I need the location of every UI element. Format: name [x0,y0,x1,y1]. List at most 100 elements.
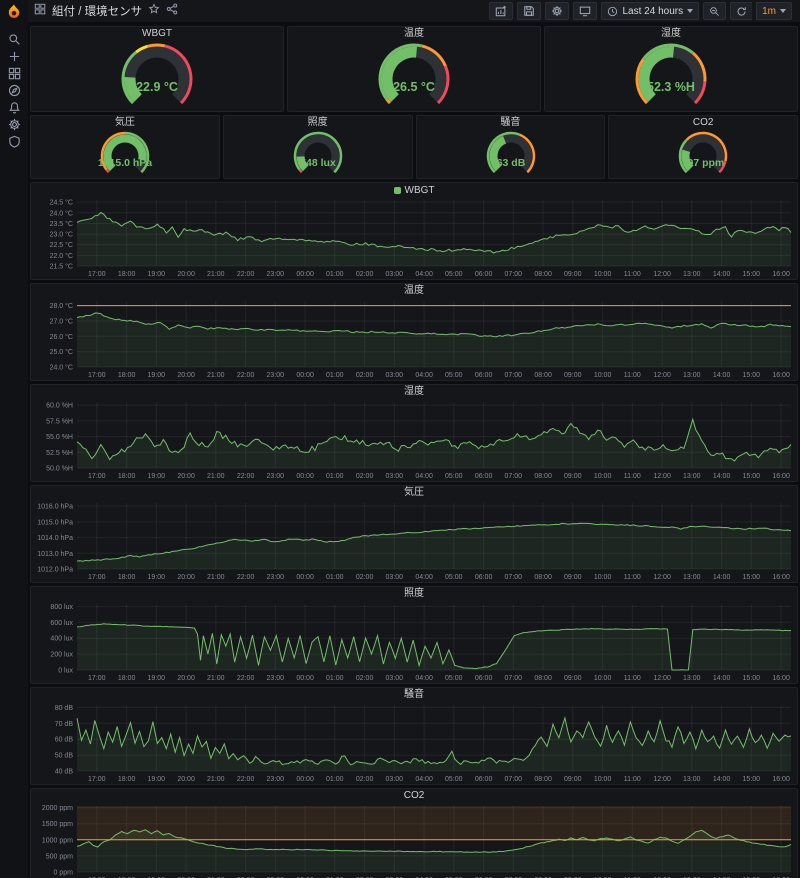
legend-marker-icon [394,187,401,194]
svg-text:20:00: 20:00 [177,473,195,480]
legend-label[interactable]: WBGT [405,185,435,196]
svg-text:07:00: 07:00 [505,776,523,783]
panel-title[interactable]: 気圧 [31,486,797,500]
svg-text:02:00: 02:00 [356,574,374,581]
svg-text:1014.0 hPa: 1014.0 hPa [37,535,73,542]
wbgt-gauge: 22.9 °C [31,41,283,111]
svg-text:07:00: 07:00 [505,574,523,581]
svg-text:17:00: 17:00 [88,675,106,682]
alerting-icon[interactable] [3,100,25,114]
svg-text:17:00: 17:00 [88,372,106,379]
explore-icon[interactable] [3,83,25,97]
svg-text:20:00: 20:00 [177,675,195,682]
svg-text:05:00: 05:00 [445,776,463,783]
zoom-out-time-button[interactable] [703,2,726,20]
svg-text:16:00: 16:00 [772,271,790,278]
svg-text:20:00: 20:00 [177,372,195,379]
svg-text:09:00: 09:00 [564,776,582,783]
svg-text:14:00: 14:00 [713,776,731,783]
svg-text:02:00: 02:00 [356,675,374,682]
svg-text:14:00: 14:00 [713,372,731,379]
svg-text:11:00: 11:00 [624,675,641,682]
breadcrumb[interactable]: 組付 / 環境センサ [52,3,142,19]
create-icon[interactable] [3,49,25,63]
refresh-interval-picker[interactable]: 1m [756,2,792,20]
chart-legend[interactable]: WBGT [31,183,797,197]
svg-text:07:00: 07:00 [505,372,523,379]
panel-title[interactable]: 気圧 [31,116,219,130]
svg-text:19:00: 19:00 [148,776,166,783]
time-range-picker[interactable]: Last 24 hours [601,2,699,20]
svg-text:08:00: 08:00 [534,473,552,480]
svg-text:16:00: 16:00 [772,574,790,581]
svg-text:04:00: 04:00 [415,574,433,581]
panel-title[interactable]: 照度 [224,116,412,130]
co2-chart-plot[interactable]: 2000 ppm1500 ppm1000 ppm500 ppm0 ppm17:0… [31,803,797,878]
svg-text:1015.0 hPa: 1015.0 hPa [98,157,152,169]
svg-text:00:00: 00:00 [296,372,314,379]
svg-text:00:00: 00:00 [296,473,314,480]
svg-text:50.0 %H: 50.0 %H [46,466,73,473]
add-panel-button[interactable] [489,2,513,20]
svg-text:1016.0 hPa: 1016.0 hPa [37,504,73,511]
panel-title[interactable]: 湿度 [31,385,797,399]
panel-title[interactable]: 騒音 [417,116,605,130]
svg-text:11:00: 11:00 [624,574,641,581]
panel-title[interactable]: 照度 [31,587,797,601]
noise-chart-plot[interactable]: 80 dB70 dB60 dB50 dB40 dB17:0018:0019:00… [31,702,797,784]
svg-text:21:00: 21:00 [207,473,225,480]
svg-text:21.5 °C: 21.5 °C [50,263,73,271]
svg-text:06:00: 06:00 [475,574,493,581]
svg-text:02:00: 02:00 [356,271,374,278]
svg-text:2000 ppm: 2000 ppm [42,805,73,812]
svg-text:01:00: 01:00 [326,372,344,379]
svg-text:16:00: 16:00 [772,675,790,682]
search-icon[interactable] [3,32,25,46]
svg-text:07:00: 07:00 [505,271,523,278]
pressure-chart-plot[interactable]: 1016.0 hPa1015.0 hPa1014.0 hPa1013.0 hPa… [31,500,797,582]
configuration-icon[interactable] [3,117,25,131]
server-admin-icon[interactable] [3,134,25,148]
svg-text:19:00: 19:00 [148,372,166,379]
panel-title[interactable]: 湿度 [545,27,797,41]
svg-text:16:00: 16:00 [772,473,790,480]
svg-text:22:00: 22:00 [237,675,255,682]
panel-title[interactable]: 騒音 [31,688,797,702]
grafana-logo-icon[interactable] [0,0,28,24]
svg-text:12:00: 12:00 [653,574,671,581]
dashboard-settings-button[interactable] [545,2,569,20]
time-range-label: Last 24 hours [622,6,683,17]
panel-title[interactable]: 温度 [288,27,540,41]
panel-title[interactable]: CO2 [31,789,797,803]
svg-text:27.0 °C: 27.0 °C [50,318,73,326]
panel-title[interactable]: WBGT [31,27,283,41]
svg-text:22:00: 22:00 [237,574,255,581]
share-icon[interactable] [166,2,178,20]
panel-title[interactable]: CO2 [609,116,797,130]
panel-title[interactable]: 温度 [31,284,797,298]
svg-text:21:00: 21:00 [207,675,225,682]
svg-text:01:00: 01:00 [326,574,344,581]
svg-text:60 dB: 60 dB [55,737,74,744]
svg-text:13:00: 13:00 [683,473,701,480]
star-icon[interactable] [148,2,160,20]
svg-text:16:00: 16:00 [772,372,790,379]
temperature-chart-plot[interactable]: 28.0 °C27.0 °C26.0 °C25.0 °C24.0 °C17:00… [31,298,797,380]
wbgt-chart-plot[interactable]: 24.5 °C24.0 °C23.5 °C23.0 °C22.5 °C22.0 … [31,197,797,279]
svg-text:23:00: 23:00 [267,271,285,278]
svg-text:23.0 °C: 23.0 °C [50,231,73,239]
tv-mode-button[interactable] [573,2,597,20]
svg-text:04:00: 04:00 [415,776,433,783]
humidity-chart-plot[interactable]: 60.0 %H57.5 %H55.0 %H52.5 %H50.0 %H17:00… [31,399,797,481]
svg-text:05:00: 05:00 [445,372,463,379]
svg-text:17:00: 17:00 [88,574,106,581]
svg-text:03:00: 03:00 [386,372,404,379]
dashboards-icon[interactable] [3,66,25,80]
svg-text:23:00: 23:00 [267,574,285,581]
refresh-button[interactable] [730,2,752,20]
breadcrumb-dashboard-icon [34,2,46,20]
illuminance-chart-plot[interactable]: 800 lux600 lux400 lux200 lux0 lux17:0018… [31,601,797,683]
save-dashboard-button[interactable] [517,2,541,20]
svg-text:19:00: 19:00 [148,675,166,682]
svg-text:800 lux: 800 lux [50,604,73,611]
